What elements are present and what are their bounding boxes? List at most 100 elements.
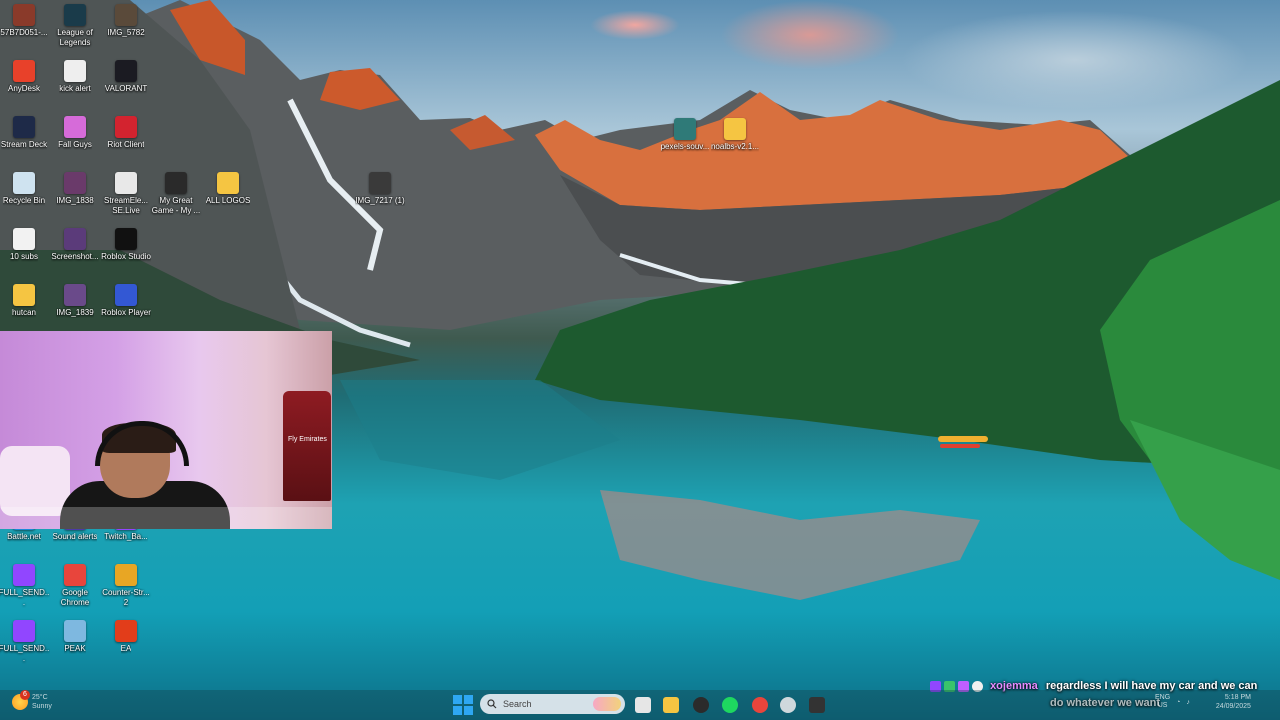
desktop-icon[interactable]: Riot Client [100,116,152,150]
desktop-icon[interactable]: Google Chrome [49,564,101,608]
image-icon [13,4,35,26]
fall-guys-icon [64,116,86,138]
start-button[interactable] [453,695,473,715]
desktop-icon[interactable]: noalbs-v2.1... [709,118,761,152]
desktop-icon-label: IMG_7217 (1) [355,196,405,205]
clock-date: 24/09/2025 [1215,703,1251,710]
desktop-icon[interactable]: Fall Guys [49,116,101,150]
taskbar-search-box[interactable]: Search [480,694,625,714]
image-icon [64,284,86,306]
webcam-jersey [283,391,331,501]
desktop-icon-label: 57B7D051-... [0,28,48,37]
desktop-icon[interactable]: Roblox Player [100,284,152,318]
clock[interactable]: 5:18 PM 24/09/2025 [1216,693,1251,711]
image-icon [115,4,137,26]
text-file-icon [64,60,86,82]
desktop-icon-label: IMG_1838 [56,196,94,205]
desktop-icon[interactable]: 57B7D051-... [0,4,50,38]
roblox-player-icon [115,284,137,306]
desktop-icon-label: EA [120,644,132,653]
desktop-icon[interactable]: Stream Deck [0,116,50,150]
taskbar-app-button[interactable] [660,694,682,716]
weather-desc: Sunny [32,703,52,710]
search-placeholder: Search [503,699,532,709]
weather-widget[interactable]: 6 25°C Sunny [12,690,52,711]
desktop-icon[interactable]: pexels-souv... [659,118,711,152]
ea-icon [115,620,137,642]
desktop-icon-label: pexels-souv... [660,142,710,151]
desktop-icon[interactable]: My Great Game - My ... [150,172,202,216]
taskbar-app-button[interactable] [777,694,799,716]
valorant-icon [115,60,137,82]
desktop-icon[interactable]: Screenshot... [49,228,101,262]
desktop-icon-label: VALORANT [104,84,148,93]
taskbar-app-button[interactable] [719,694,741,716]
windows-logo-icon [464,695,473,704]
desktop-icon[interactable]: AnyDesk [0,60,50,94]
webcam-overlay: Fly Emirates [0,331,332,529]
windows-logo-icon [453,695,462,704]
sun-icon: 6 [12,690,30,710]
desktop-icon-label: Counter-Str... 2 [102,588,150,607]
search-icon [487,699,497,709]
desktop-icon[interactable]: IMG_1839 [49,284,101,318]
windows-logo-icon [453,706,462,715]
desktop-icon[interactable]: FULL_SEND... [0,564,50,608]
cloud [720,0,900,70]
desktop-icon-label: Roblox Studio [101,252,151,261]
cloud [590,10,680,40]
streamelements-icon [115,172,137,194]
desktop[interactable]: 57B7D051-... League of Legends IMG_5782 Any… [0,0,1280,720]
desktop-icon-label: Fall Guys [58,140,92,149]
desktop-icon[interactable]: StreamEle... SE.Live [100,172,152,216]
text-file-icon [13,228,35,250]
taskbar-app-button[interactable] [632,694,654,716]
counter-strike-icon [115,564,137,586]
file-explorer-icon [663,697,679,713]
desktop-icon-label: Sound alerts [52,532,98,541]
windows-logo-icon [464,706,473,715]
desktop-icon[interactable]: IMG_5782 [100,4,152,38]
desktop-icon-label: noalbs-v2.1... [710,142,760,151]
taskbar-app-button[interactable] [806,694,828,716]
desktop-icon[interactable]: hutcan [0,284,50,318]
desktop-icon-label: Screenshot... [51,252,99,261]
webcam-jersey-text: Fly Emirates [288,436,327,443]
taskbar: 6 25°C Sunny Search ENG US ◔ ♪ 5:18 PM 2… [0,690,1280,720]
spotify-icon [722,697,738,713]
image-icon [674,118,696,140]
refresh-app-icon [780,697,796,713]
taskbar-app-button[interactable] [690,694,712,716]
webcam-pillow [0,446,70,516]
league-of-legends-icon [64,4,86,26]
desktop-icon-label: Twitch_Ba... [104,532,148,541]
language-indicator[interactable]: ENG US [1155,694,1170,710]
image-icon [369,172,391,194]
taskbar-app-button[interactable] [749,694,771,716]
shortcut-icon [165,172,187,194]
folder-icon [217,172,239,194]
chrome-icon [752,697,768,713]
desktop-icon[interactable]: FULL_SEND... [0,620,50,664]
volume-icon[interactable]: ♪ [1186,699,1190,706]
wifi-icon[interactable]: ◔ [1176,699,1180,706]
terminal-icon [809,697,825,713]
desktop-icon[interactable]: Recycle Bin [0,172,50,206]
desktop-icon-label: My Great Game - My ... [151,196,201,215]
desktop-icon[interactable]: IMG_1838 [49,172,101,206]
desktop-icon[interactable]: VALORANT [100,60,152,94]
desktop-icon-label: StreamEle... SE.Live [103,196,148,215]
desktop-icon-label: Stream Deck [0,140,48,149]
recycle-bin-icon [13,172,35,194]
desktop-icon[interactable]: League of Legends [49,4,101,48]
twitch-icon [13,620,35,642]
desktop-icon[interactable]: Counter-Str... 2 [100,564,152,608]
desktop-icon[interactable]: 10 subs [0,228,50,262]
system-tray[interactable]: ENG US ◔ ♪ 5:18 PM 24/09/2025 [1155,693,1251,711]
desktop-icon[interactable]: kick alert [49,60,101,94]
desktop-icon[interactable]: EA [100,620,152,654]
desktop-icon[interactable]: PEAK [49,620,101,654]
desktop-icon[interactable]: IMG_7217 (1) [354,172,406,206]
desktop-icon[interactable]: ALL LOGOS [202,172,254,206]
desktop-icon[interactable]: Roblox Studio [100,228,152,262]
